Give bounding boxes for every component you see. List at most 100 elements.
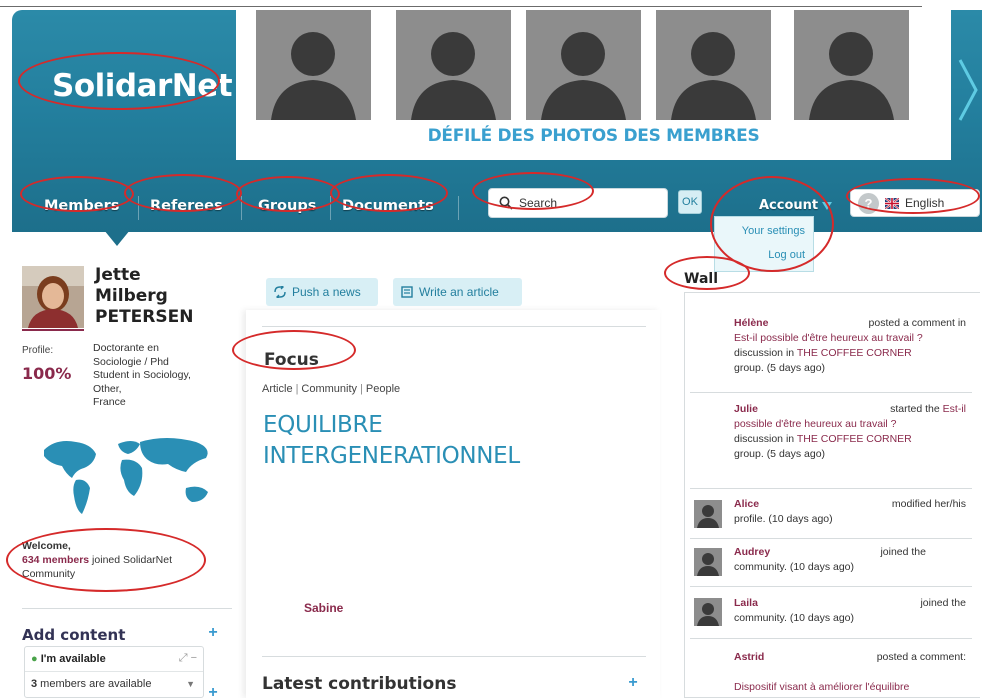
comment-link[interactable]: Dispositif visant à améliorer l'équilibr…	[734, 681, 909, 693]
push-news-label: Push a news	[292, 285, 361, 299]
divider	[690, 586, 972, 587]
divider	[22, 608, 232, 609]
wall-entry: Julie started the Est-il possible d'être …	[734, 403, 966, 460]
wall-user-link[interactable]: Julie	[734, 403, 758, 415]
bio-line: France	[93, 396, 126, 408]
wall-action: joined the	[880, 546, 926, 558]
profile-completion-value: 100%	[22, 364, 72, 383]
add-content-plus-icon[interactable]: +	[206, 625, 220, 641]
add-content-heading: Add content	[22, 626, 126, 644]
wall-user-link[interactable]: Laila	[734, 597, 758, 609]
annotation-ring	[232, 330, 356, 370]
annotation-ring	[330, 174, 448, 212]
carousel-caption: DÉFILÉ DES PHOTOS DES MEMBRES	[427, 126, 760, 146]
wall-action: started the	[890, 403, 940, 415]
wall-entry: Astrid posted a comment: Dispositif visan…	[690, 650, 976, 695]
divider	[690, 638, 972, 639]
active-nav-pointer	[104, 230, 130, 246]
latest-contributions-heading: Latest contributions	[262, 674, 457, 694]
wall-entry: Alice modified her/his profile. (10 days …	[690, 497, 976, 527]
bio-line: Doctorante en	[93, 342, 159, 354]
annotation-ring	[124, 174, 242, 212]
wall-action: posted a comment:	[876, 651, 966, 663]
wall-entry: Audrey joined the community. (10 days ago…	[690, 545, 976, 575]
divider	[690, 538, 972, 539]
annotation-ring	[20, 176, 134, 212]
bio-line: Other,	[93, 382, 122, 395]
divider	[262, 656, 646, 657]
annotation-ring	[18, 52, 220, 110]
nav-divider	[458, 196, 459, 220]
tab-people[interactable]: People	[366, 383, 400, 395]
bio-line: Sociologie / Phd	[93, 355, 169, 368]
availability-widget: ● I'm available ⤢ − 3 members are availa…	[24, 646, 204, 698]
wall-entry: Hélène posted a comment in Est-il possibl…	[690, 316, 976, 376]
article-author[interactable]: Sabine	[304, 601, 343, 615]
carousel-next-icon[interactable]	[956, 58, 980, 122]
avatar-underline	[22, 329, 84, 331]
member-photo-carousel: DÉFILÉ DES PHOTOS DES MEMBRES	[236, 10, 951, 160]
wall-text: discussion in	[734, 433, 797, 445]
wall-action: posted a comment in	[868, 317, 966, 329]
available-label: members are available	[37, 678, 152, 690]
availability-label: I'm available	[40, 653, 106, 665]
wall-entry: Laila joined the community. (10 days ago)	[690, 596, 976, 626]
available-members-text: 3 members are available	[31, 678, 151, 690]
discussion-link[interactable]: possible d'être heureux au travail ?	[734, 418, 897, 430]
wall-time: group. (5 days ago)	[734, 362, 826, 374]
chevron-down-icon[interactable]: ▼	[186, 679, 195, 689]
user-first-name: Jette	[95, 265, 141, 285]
user-avatar[interactable]	[22, 266, 84, 328]
write-article-label: Write an article	[419, 285, 499, 299]
divider	[262, 326, 646, 327]
annotation-ring	[664, 256, 750, 290]
wall-action: modified her/his	[891, 498, 966, 510]
wall-user-link[interactable]: Alice	[734, 498, 759, 510]
bio-line: Student in Sociology,	[93, 369, 191, 381]
profile-completion-label: Profile:	[22, 345, 54, 356]
wall-action: joined the	[920, 597, 966, 609]
latest-plus-icon[interactable]: +	[626, 675, 640, 691]
divider	[690, 392, 972, 393]
world-map-icon	[44, 438, 208, 514]
top-border-line	[0, 6, 922, 7]
focus-tabs: Article | Community | People	[262, 383, 400, 395]
user-middle-name: Milberg	[95, 286, 168, 306]
group-link[interactable]: THE COFFEE CORNER	[797, 433, 912, 445]
group-link[interactable]: THE COFFEE CORNER	[797, 347, 912, 359]
wall-text: discussion in	[734, 347, 797, 359]
wall-user-link[interactable]: Astrid	[734, 651, 764, 663]
wall-time: profile. (10 days ago)	[734, 513, 833, 525]
write-article-button[interactable]: Write an article	[393, 278, 522, 306]
wall-time: community. (10 days ago)	[734, 612, 855, 624]
member-photo[interactable]	[256, 10, 371, 120]
wall-user-link[interactable]: Hélène	[734, 317, 768, 329]
wall-time: community. (10 days ago)	[734, 561, 855, 573]
discussion-link[interactable]: Est-il possible d'être heureux au travai…	[734, 332, 923, 344]
user-name[interactable]: Jette Milberg PETERSEN	[95, 265, 193, 328]
user-bio: Doctorante en Sociologie / Phd Student i…	[93, 342, 228, 410]
tab-community[interactable]: Community	[301, 383, 357, 395]
member-photo[interactable]	[526, 10, 641, 120]
member-photo[interactable]	[794, 10, 909, 120]
add-availability-plus-icon[interactable]: +	[206, 685, 220, 698]
search-ok-button[interactable]: OK	[678, 190, 702, 214]
featured-article-title[interactable]: EQUILIBRE INTERGENERATIONNEL	[263, 410, 643, 472]
annotation-ring	[846, 178, 980, 214]
push-news-button[interactable]: Push a news	[266, 278, 378, 306]
page: SolidarNet DÉFILÉ DES PHOTOS DES MEMBRES	[0, 0, 982, 698]
widget-controls[interactable]: ⤢ −	[179, 652, 197, 665]
divider	[25, 671, 203, 672]
tab-article[interactable]: Article	[262, 383, 293, 395]
status-dot-icon: ●	[31, 653, 38, 665]
wall-user-link[interactable]: Audrey	[734, 546, 770, 558]
member-photo[interactable]	[396, 10, 511, 120]
push-icon	[274, 286, 286, 298]
document-icon	[401, 286, 413, 298]
annotation-ring	[6, 528, 206, 592]
wall-time: group. (5 days ago)	[734, 448, 826, 460]
availability-title: ● I'm available	[31, 653, 106, 665]
user-last-name: PETERSEN	[95, 307, 194, 327]
annotation-ring	[236, 176, 340, 212]
member-photo[interactable]	[656, 10, 771, 120]
